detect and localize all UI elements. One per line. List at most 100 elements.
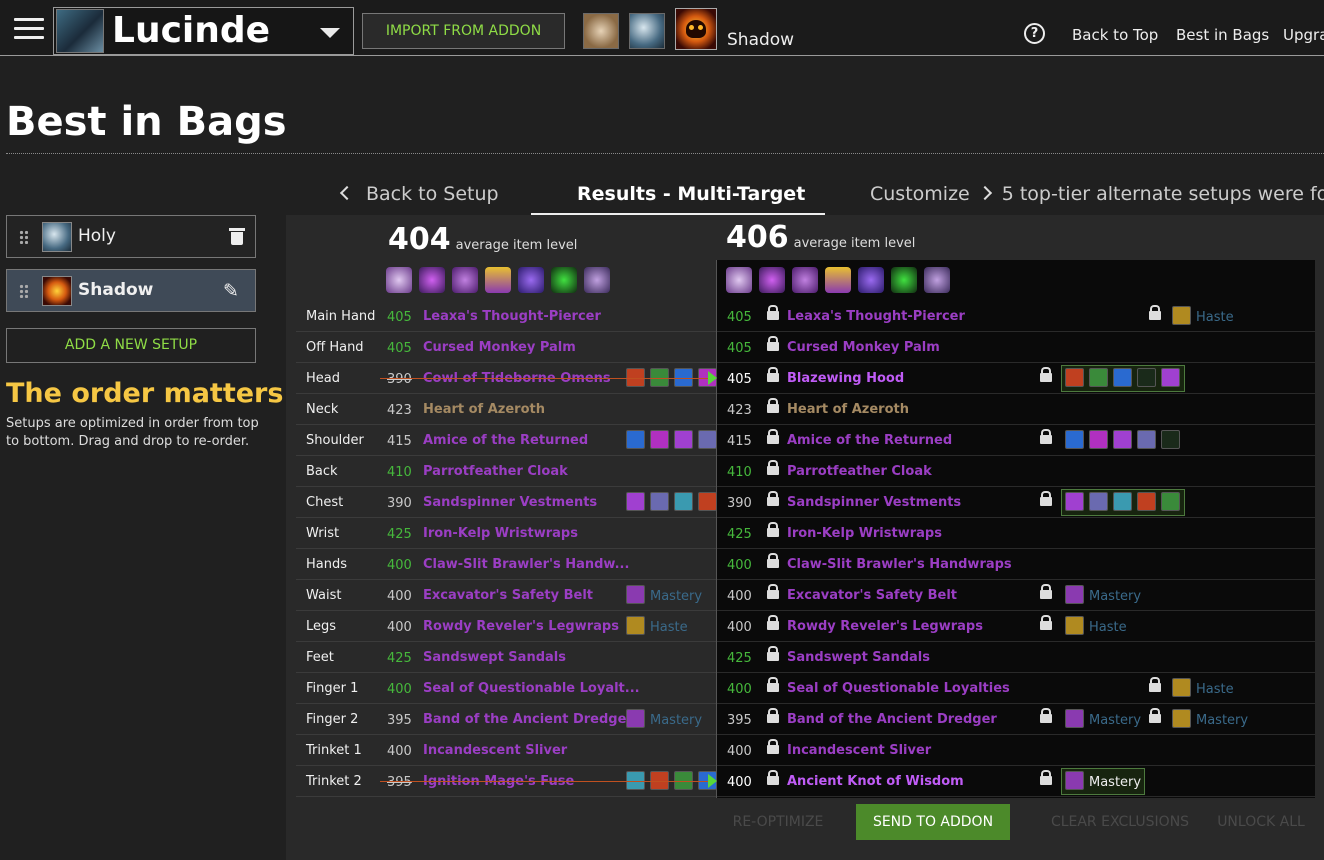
stat-icon[interactable] [1065, 585, 1084, 604]
gem-icon[interactable] [1161, 430, 1180, 449]
item-name[interactable]: Amice of the Returned [787, 433, 952, 448]
tab-customize[interactable]: Customize 5 top-tier alternate setups wer… [870, 183, 1324, 205]
add-new-setup-button[interactable]: ADD A NEW SETUP [6, 328, 256, 363]
gem-icon[interactable] [1137, 368, 1156, 387]
lock-icon[interactable] [1149, 305, 1161, 322]
item-name[interactable]: Cursed Monkey Palm [423, 340, 576, 355]
lock-icon[interactable] [767, 460, 779, 477]
gem-icon[interactable] [1089, 430, 1108, 449]
lock-icon[interactable] [767, 429, 779, 446]
lock-icon[interactable] [767, 336, 779, 353]
lock-icon[interactable] [1040, 584, 1052, 601]
item-name[interactable]: Iron-Kelp Wristwraps [423, 526, 578, 541]
gem-icon[interactable] [1065, 430, 1084, 449]
item-name[interactable]: Cursed Monkey Palm [787, 340, 940, 355]
item-name[interactable]: Rowdy Reveler's Legwraps [423, 619, 619, 634]
gem-icon[interactable] [1113, 430, 1132, 449]
lock-icon[interactable] [767, 305, 779, 322]
lock-icon[interactable] [767, 398, 779, 415]
trash-icon[interactable] [229, 227, 245, 245]
lock-icon[interactable] [1040, 429, 1052, 446]
lock-icon[interactable] [767, 770, 779, 787]
lock-icon[interactable] [767, 553, 779, 570]
nav-best-in-bags[interactable]: Best in Bags [1176, 26, 1269, 44]
lock-icon[interactable] [767, 522, 779, 539]
item-name[interactable]: Parrotfeather Cloak [787, 464, 932, 479]
item-name[interactable]: Sandswept Sandals [423, 650, 566, 665]
item-name[interactable]: Amice of the Returned [423, 433, 588, 448]
drag-handle-icon[interactable] [19, 230, 28, 244]
item-name[interactable]: Leaxa's Thought-Piercer [787, 309, 965, 324]
stat-icon[interactable] [1065, 616, 1084, 635]
lock-icon[interactable] [767, 367, 779, 384]
lock-icon[interactable] [1040, 615, 1052, 632]
item-name[interactable]: Rowdy Reveler's Legwraps [787, 619, 983, 634]
item-name[interactable]: Leaxa's Thought-Piercer [423, 309, 601, 324]
gem-icon[interactable] [1089, 492, 1108, 511]
lock-icon[interactable] [767, 739, 779, 756]
item-name[interactable]: Sandspinner Vestments [787, 495, 961, 510]
pencil-icon[interactable]: ✎ [223, 281, 243, 301]
holy-spec-icon[interactable] [629, 13, 665, 49]
item-name[interactable]: Excavator's Safety Belt [423, 588, 593, 603]
item-name[interactable]: Excavator's Safety Belt [787, 588, 957, 603]
lock-icon[interactable] [1040, 770, 1052, 787]
lock-icon[interactable] [767, 646, 779, 663]
import-from-addon-button[interactable]: IMPORT FROM ADDON [362, 13, 565, 49]
lock-icon[interactable] [1040, 367, 1052, 384]
setup-item-holy[interactable]: Holy [6, 215, 256, 258]
lock-icon[interactable] [1149, 708, 1161, 725]
gem-icon[interactable] [1113, 368, 1132, 387]
lock-icon[interactable] [767, 708, 779, 725]
lock-icon[interactable] [767, 491, 779, 508]
lock-icon[interactable] [1040, 708, 1052, 725]
lock-icon[interactable] [767, 677, 779, 694]
item-name[interactable]: Sandswept Sandals [787, 650, 930, 665]
lock-icon[interactable] [1040, 491, 1052, 508]
lock-icon[interactable] [767, 584, 779, 601]
gem-icon[interactable] [1065, 368, 1084, 387]
gem-icon[interactable] [1113, 492, 1132, 511]
stat-icon[interactable] [1172, 678, 1191, 697]
character-selector[interactable]: Lucinde [53, 7, 354, 55]
tab-back-to-setup[interactable]: Back to Setup [339, 183, 499, 205]
item-name[interactable]: Heart of Azeroth [787, 402, 909, 417]
gem-icon[interactable] [1065, 492, 1084, 511]
item-name[interactable]: Sandspinner Vestments [423, 495, 597, 510]
stat-icon[interactable] [1172, 709, 1191, 728]
gem-icon[interactable] [1137, 430, 1156, 449]
stat-icon[interactable] [1065, 709, 1084, 728]
setup-item-shadow[interactable]: Shadow ✎ [6, 269, 256, 312]
discipline-spec-icon[interactable] [583, 13, 619, 49]
stat-icon[interactable] [1172, 306, 1191, 325]
item-name[interactable]: Heart of Azeroth [423, 402, 545, 417]
shadow-spec-icon[interactable] [675, 8, 717, 50]
item-name[interactable]: Incandescent Sliver [423, 743, 567, 758]
item-name[interactable]: Band of the Ancient Dredger [787, 712, 997, 727]
unlock-all-button[interactable]: UNLOCK ALL [1208, 804, 1314, 840]
gem-icon[interactable] [1161, 368, 1180, 387]
item-name[interactable]: Seal of Questionable Loyalties [787, 681, 1010, 696]
item-name[interactable]: Band of the Ancient Dredger [423, 712, 633, 727]
menu-icon[interactable] [14, 18, 44, 40]
item-name[interactable]: Parrotfeather Cloak [423, 464, 568, 479]
gem-icon[interactable] [1161, 492, 1180, 511]
gem-icon[interactable] [1089, 368, 1108, 387]
item-name[interactable]: Ancient Knot of Wisdom [787, 774, 964, 789]
reoptimize-button[interactable]: RE-OPTIMIZE [716, 804, 840, 840]
help-icon[interactable]: ? [1024, 23, 1045, 44]
item-name[interactable]: Claw-Slit Brawler's Handw... [423, 557, 629, 572]
tab-results[interactable]: Results - Multi-Target [577, 183, 805, 205]
nav-back-to-top[interactable]: Back to Top [1072, 26, 1158, 44]
send-to-addon-button[interactable]: SEND TO ADDON [856, 804, 1010, 840]
item-name[interactable]: Claw-Slit Brawler's Handwraps [787, 557, 1012, 572]
drag-handle-icon[interactable] [19, 284, 28, 298]
item-name[interactable]: Incandescent Sliver [787, 743, 931, 758]
nav-upgrades[interactable]: Upgra [1283, 26, 1324, 44]
stat-icon[interactable] [1065, 771, 1084, 790]
lock-icon[interactable] [767, 615, 779, 632]
gem-icon[interactable] [1137, 492, 1156, 511]
item-name[interactable]: Blazewing Hood [787, 371, 904, 386]
lock-icon[interactable] [1149, 677, 1161, 694]
clear-exclusions-button[interactable]: CLEAR EXCLUSIONS [1040, 804, 1200, 840]
